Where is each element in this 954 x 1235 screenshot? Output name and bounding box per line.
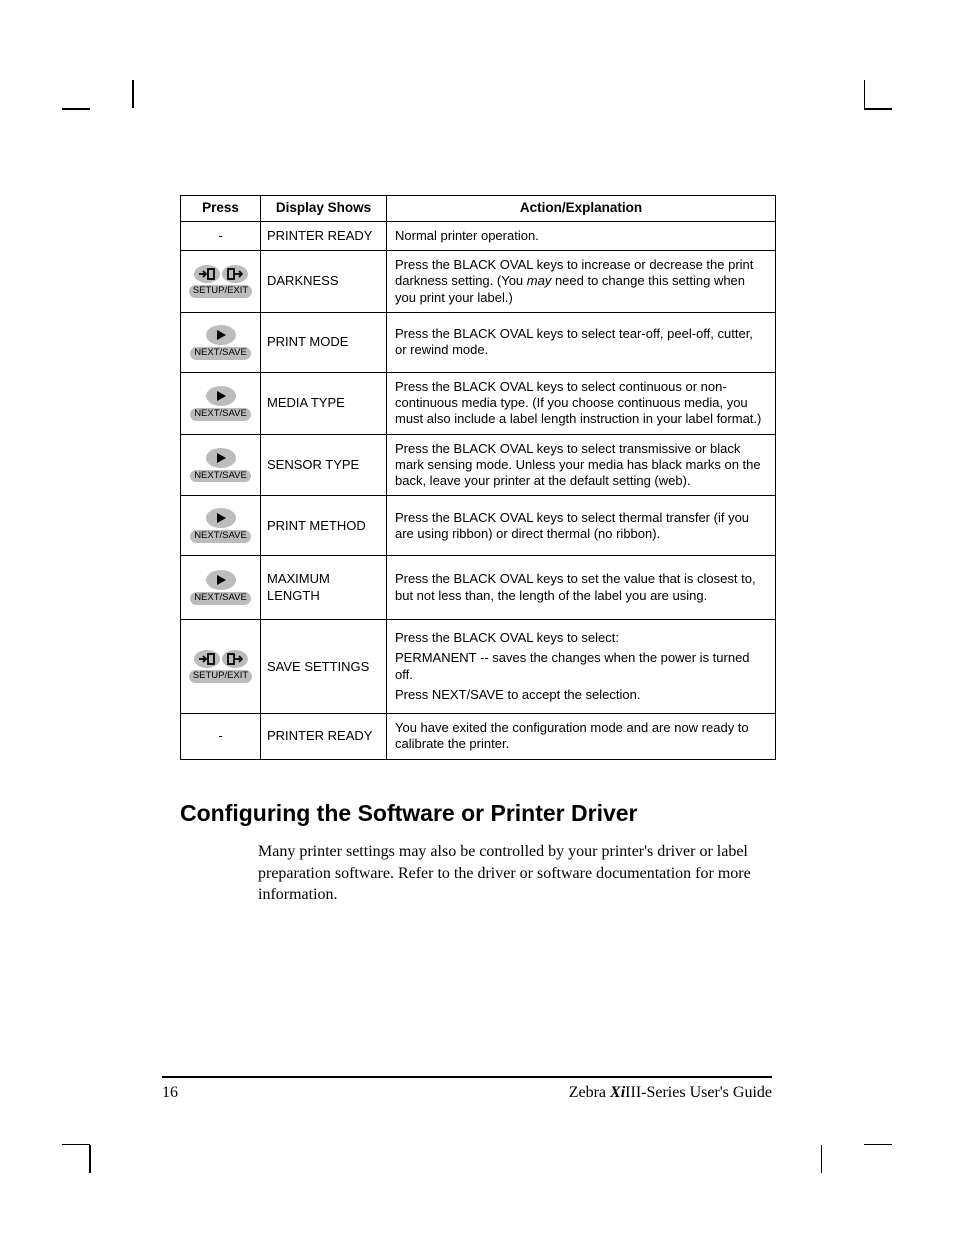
key-label: NEXT/SAVE bbox=[190, 530, 251, 543]
press-cell: NEXT/SAVE bbox=[181, 496, 261, 556]
next-save-key-icon: NEXT/SAVE bbox=[190, 325, 251, 360]
action-text-em: may bbox=[527, 273, 552, 288]
display-cell: DARKNESS bbox=[261, 251, 387, 313]
crop-mark bbox=[864, 108, 892, 110]
setup-exit-key-icon: SETUP/EXIT bbox=[189, 265, 252, 298]
display-cell: MAXIMUM LENGTH bbox=[261, 556, 387, 620]
header-press: Press bbox=[181, 196, 261, 222]
configuration-table: Press Display Shows Action/Explanation -… bbox=[180, 195, 776, 760]
page: Press Display Shows Action/Explanation -… bbox=[0, 0, 954, 1235]
action-line: PERMANENT -- saves the changes when the … bbox=[395, 650, 767, 683]
table-row: SETUP/EXIT DARKNESS Press the BLACK OVAL… bbox=[181, 251, 776, 313]
action-cell: Press the BLACK OVAL keys to set the val… bbox=[387, 556, 776, 620]
arrow-out-icon bbox=[222, 650, 248, 668]
arrow-out-icon bbox=[222, 265, 248, 283]
table-row: - PRINTER READY Normal printer operation… bbox=[181, 221, 776, 250]
action-cell: Press the BLACK OVAL keys to select ther… bbox=[387, 496, 776, 556]
display-cell: SENSOR TYPE bbox=[261, 434, 387, 496]
action-cell: Press the BLACK OVAL keys to select: PER… bbox=[387, 620, 776, 714]
setup-exit-key-icon: SETUP/EXIT bbox=[189, 650, 252, 683]
footer-title-pre: Zebra bbox=[569, 1084, 610, 1101]
table-row: SETUP/EXIT SAVE SETTINGS Press the BLACK… bbox=[181, 620, 776, 714]
section-heading: Configuring the Software or Printer Driv… bbox=[180, 800, 776, 828]
key-label: NEXT/SAVE bbox=[190, 408, 251, 421]
key-label: NEXT/SAVE bbox=[190, 470, 251, 483]
play-icon bbox=[206, 386, 236, 406]
next-save-key-icon: NEXT/SAVE bbox=[190, 508, 251, 543]
display-cell: PRINTER READY bbox=[261, 221, 387, 250]
crop-mark bbox=[864, 1144, 892, 1146]
display-cell: PRINT MODE bbox=[261, 313, 387, 373]
press-cell: NEXT/SAVE bbox=[181, 434, 261, 496]
key-label: NEXT/SAVE bbox=[190, 592, 251, 605]
table-header-row: Press Display Shows Action/Explanation bbox=[181, 196, 776, 222]
crop-mark bbox=[62, 108, 90, 110]
footer-title-post: III-Series User's Guide bbox=[625, 1084, 772, 1101]
play-icon bbox=[206, 508, 236, 528]
display-cell: SAVE SETTINGS bbox=[261, 620, 387, 714]
action-cell: Press the BLACK OVAL keys to select tear… bbox=[387, 313, 776, 373]
next-save-key-icon: NEXT/SAVE bbox=[190, 570, 251, 605]
display-cell: MEDIA TYPE bbox=[261, 372, 387, 434]
press-cell: SETUP/EXIT bbox=[181, 251, 261, 313]
action-line: Press the BLACK OVAL keys to select: bbox=[395, 630, 767, 646]
press-cell: SETUP/EXIT bbox=[181, 620, 261, 714]
press-cell: - bbox=[181, 221, 261, 250]
crop-mark bbox=[89, 1145, 91, 1173]
footer-title: Zebra XiIII-Series User's Guide bbox=[569, 1084, 772, 1102]
crop-mark bbox=[132, 80, 134, 108]
action-cell: You have exited the configuration mode a… bbox=[387, 714, 776, 760]
arrow-in-icon bbox=[194, 265, 220, 283]
next-save-key-icon: NEXT/SAVE bbox=[190, 386, 251, 421]
table-row: NEXT/SAVE PRINT METHOD Press the BLACK O… bbox=[181, 496, 776, 556]
content-area: Press Display Shows Action/Explanation -… bbox=[180, 195, 776, 906]
key-label: NEXT/SAVE bbox=[190, 347, 251, 360]
table-row: NEXT/SAVE SENSOR TYPE Press the BLACK OV… bbox=[181, 434, 776, 496]
display-cell: PRINTER READY bbox=[261, 714, 387, 760]
play-icon bbox=[206, 448, 236, 468]
display-cell: PRINT METHOD bbox=[261, 496, 387, 556]
table-row: - PRINTER READY You have exited the conf… bbox=[181, 714, 776, 760]
arrow-in-icon bbox=[194, 650, 220, 668]
page-number: 16 bbox=[162, 1084, 178, 1102]
action-cell: Press the BLACK OVAL keys to increase or… bbox=[387, 251, 776, 313]
action-cell: Press the BLACK OVAL keys to select cont… bbox=[387, 372, 776, 434]
next-save-key-icon: NEXT/SAVE bbox=[190, 448, 251, 483]
table-row: NEXT/SAVE MAXIMUM LENGTH Press the BLACK… bbox=[181, 556, 776, 620]
press-cell: NEXT/SAVE bbox=[181, 556, 261, 620]
action-cell: Normal printer operation. bbox=[387, 221, 776, 250]
press-cell: NEXT/SAVE bbox=[181, 313, 261, 373]
crop-mark bbox=[864, 80, 866, 108]
crop-mark bbox=[821, 1145, 823, 1173]
press-cell: - bbox=[181, 714, 261, 760]
play-icon bbox=[206, 570, 236, 590]
press-cell: NEXT/SAVE bbox=[181, 372, 261, 434]
action-line: Press NEXT/SAVE to accept the selection. bbox=[395, 687, 767, 703]
key-label: SETUP/EXIT bbox=[189, 670, 252, 683]
crop-mark bbox=[62, 1144, 90, 1146]
footer-rule bbox=[162, 1076, 772, 1078]
page-footer: 16 Zebra XiIII-Series User's Guide bbox=[162, 1076, 772, 1102]
header-action: Action/Explanation bbox=[387, 196, 776, 222]
key-label: SETUP/EXIT bbox=[189, 285, 252, 298]
action-cell: Press the BLACK OVAL keys to select tran… bbox=[387, 434, 776, 496]
footer-title-xi: Xi bbox=[610, 1084, 625, 1101]
table-row: NEXT/SAVE MEDIA TYPE Press the BLACK OVA… bbox=[181, 372, 776, 434]
header-display: Display Shows bbox=[261, 196, 387, 222]
play-icon bbox=[206, 325, 236, 345]
section-body: Many printer settings may also be contro… bbox=[258, 841, 776, 906]
table-row: NEXT/SAVE PRINT MODE Press the BLACK OVA… bbox=[181, 313, 776, 373]
